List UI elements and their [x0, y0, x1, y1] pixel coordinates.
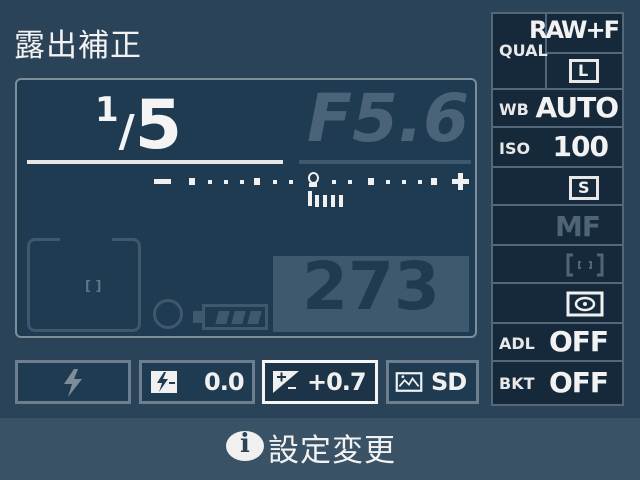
- picture-control-value: SD: [431, 368, 467, 396]
- quality-row[interactable]: QUAL RAW+F L: [493, 14, 622, 90]
- bkt-value: OFF: [548, 366, 609, 399]
- bkt-label: BKT: [499, 374, 535, 393]
- shutter-underline: [27, 160, 283, 164]
- meter-dot: [386, 180, 390, 184]
- picture-control-button[interactable]: SD: [386, 360, 479, 404]
- shooting-info-panel: 1/5 F5.6 [] 273: [15, 78, 477, 338]
- meter-dot: [418, 180, 422, 184]
- af-area-frame: [ ]: [27, 237, 141, 332]
- adl-label: ADL: [499, 334, 535, 353]
- meter-bar: [308, 191, 312, 206]
- meter-dot: [208, 180, 212, 184]
- battery-cell: [215, 311, 230, 324]
- picture-control-icon: [395, 372, 423, 392]
- shots-remaining: 273: [302, 248, 440, 325]
- flash-compensation-button[interactable]: 0.0: [139, 360, 255, 404]
- meter-bar: [315, 195, 319, 207]
- battery-terminal: [193, 311, 202, 323]
- af-area-icon: [566, 253, 604, 277]
- iso-label: ISO: [499, 139, 531, 158]
- iso-row[interactable]: ISO 100: [493, 128, 622, 168]
- focus-mode-value: MF: [555, 210, 601, 243]
- flash-compensation-value: 0.0: [204, 368, 245, 396]
- af-mode-icon: S: [569, 176, 599, 200]
- iso-value: 100: [552, 130, 609, 163]
- af-point-indicator: [ ]: [85, 279, 102, 294]
- meter-tick: [431, 178, 437, 185]
- white-balance-row[interactable]: WB AUTO: [493, 90, 622, 128]
- aperture-value[interactable]: F5.6: [307, 80, 469, 157]
- matrix-metering-icon: [566, 291, 604, 317]
- focus-mode-row[interactable]: MF: [493, 206, 622, 246]
- af-mode-row[interactable]: S: [493, 168, 622, 206]
- meter-dot: [332, 180, 336, 184]
- info-letter: i: [240, 429, 250, 459]
- shutter-numerator: 1: [95, 90, 119, 130]
- meter-plus-icon-vertical: [458, 173, 463, 190]
- wb-label: WB: [499, 100, 529, 119]
- lightning-bolt-icon: [64, 369, 82, 397]
- battery-icon: [202, 304, 268, 330]
- metering-row[interactable]: [493, 284, 622, 324]
- exposure-compensation-icon: [273, 371, 299, 393]
- meter-bar: [323, 195, 327, 207]
- flash-ready-icon: [153, 299, 183, 329]
- page-title: 露出補正: [14, 28, 142, 64]
- settings-column: QUAL RAW+F L WB AUTO ISO 100 S MF ADL OF…: [491, 12, 624, 406]
- af-mode-value: S: [578, 178, 590, 197]
- meter-dot: [273, 180, 277, 184]
- meter-tick: [368, 178, 374, 185]
- image-size-icon: L: [569, 59, 599, 83]
- meter-bar: [331, 195, 335, 207]
- shutter-speed[interactable]: 1/5: [95, 86, 182, 165]
- exposure-compensation-button[interactable]: +0.7: [262, 360, 378, 404]
- battery-cell: [231, 311, 246, 324]
- meter-bar: [339, 195, 343, 207]
- meter-dot: [289, 180, 293, 184]
- meter-dot: [224, 180, 228, 184]
- meter-dot: [402, 180, 406, 184]
- meter-tick: [189, 178, 195, 185]
- change-settings-hint: 設定変更: [268, 433, 396, 469]
- battery-cell: [247, 311, 262, 324]
- flash-compensation-icon: [151, 371, 177, 393]
- shutter-denominator: 5: [134, 86, 183, 165]
- aperture-underline: [299, 160, 471, 164]
- qual-value: RAW+F: [529, 16, 620, 44]
- meter-tick: [254, 178, 260, 185]
- af-area-row[interactable]: [493, 246, 622, 284]
- flash-mode-button[interactable]: [15, 360, 131, 404]
- image-size-value: L: [578, 61, 589, 80]
- wb-value: AUTO: [535, 91, 619, 124]
- meter-dot: [348, 180, 352, 184]
- meter-zero-base: [309, 183, 317, 187]
- adl-value: OFF: [548, 325, 609, 358]
- shutter-slash: /: [118, 106, 135, 157]
- meter-minus-icon: [154, 179, 171, 184]
- exposure-compensation-value: +0.7: [307, 368, 367, 396]
- meter-dot: [240, 180, 244, 184]
- adl-row[interactable]: ADL OFF: [493, 324, 622, 362]
- bracketing-row[interactable]: BKT OFF: [493, 362, 622, 404]
- camera-info-screen: 露出補正 1/5 F5.6 [] 273 0.0 +0.7 SD QUAL R…: [0, 0, 640, 480]
